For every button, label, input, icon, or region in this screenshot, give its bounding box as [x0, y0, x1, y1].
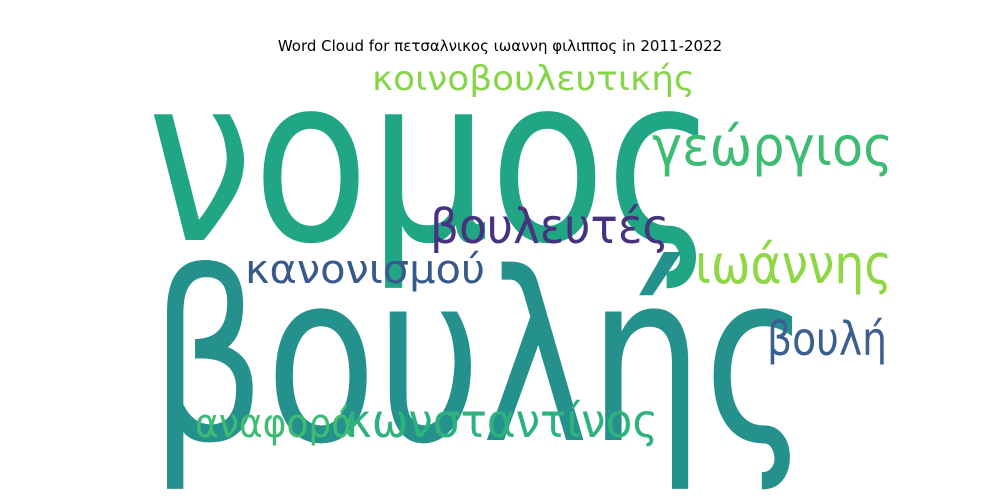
word-6: κανονισμού	[245, 247, 485, 293]
word-8: βουλή	[767, 312, 887, 366]
word-3: κοινοβουλευτικής	[372, 59, 695, 99]
word-cloud: νομοςβουλήςκοινοβουλευτικήςγεώργιοςβουλε…	[147, 28, 893, 496]
word-4: γεώργιος	[652, 115, 893, 178]
word-10: κωνσταντίνος	[346, 394, 658, 448]
word-7: ιωάννης	[695, 233, 892, 296]
word-9: αναφορά	[195, 401, 355, 447]
